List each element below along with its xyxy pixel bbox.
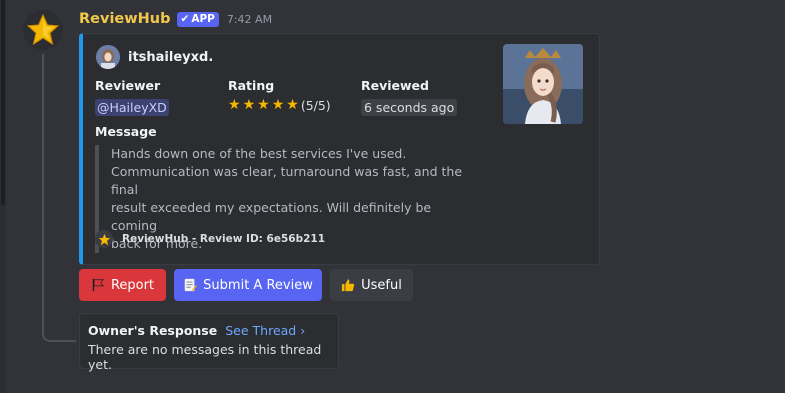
reviewer-avatar xyxy=(96,45,120,69)
field-rating: Rating ★ ★ ★ ★ ★ (5/5) xyxy=(228,78,331,113)
thread-preview[interactable]: Owner's Response See Thread › There are … xyxy=(79,313,339,372)
message-label: Message xyxy=(95,124,157,139)
review-embed: itshaileyxd. Reviewer @HaileyXD Rating ★… xyxy=(79,33,600,265)
timestamp[interactable]: 7:42 AM xyxy=(227,13,272,26)
review-message-line: Hands down one of the best services I've… xyxy=(111,146,407,161)
app-badge: ✔ APP xyxy=(176,11,219,27)
reviewer-mention[interactable]: @HaileyXD xyxy=(95,99,169,116)
thumbs-up-icon xyxy=(342,279,355,292)
field-reviewed: Reviewed 6 seconds ago xyxy=(361,78,458,116)
submit-review-label: Submit A Review xyxy=(203,277,313,293)
useful-button[interactable]: Useful xyxy=(330,269,413,301)
see-thread-link[interactable]: See Thread › xyxy=(225,323,305,338)
thread-empty-text: There are no messages in this thread yet… xyxy=(88,342,322,372)
report-button-label: Report xyxy=(110,277,155,293)
app-badge-label: APP xyxy=(191,13,215,25)
field-reviewer-label: Reviewer xyxy=(95,78,161,93)
scrollbar[interactable] xyxy=(0,0,6,393)
message-header: ReviewHub ✔ APP 7:42 AM xyxy=(79,11,272,27)
rating-value: (5/5) xyxy=(300,97,331,113)
field-reviewer: Reviewer @HaileyXD xyxy=(95,78,169,116)
field-rating-label: Rating xyxy=(228,78,275,93)
footer-text: ReviewHub - Review ID: 6e56b211 xyxy=(122,233,325,245)
check-icon: ✔ xyxy=(180,13,190,25)
thread-title: Owner's Response xyxy=(88,323,218,338)
field-reviewed-label: Reviewed xyxy=(361,78,429,93)
rating-stars: ★ ★ ★ ★ ★ (5/5) xyxy=(228,97,331,113)
star-icon xyxy=(95,230,113,248)
report-button[interactable]: Report xyxy=(79,269,166,301)
review-message-line: Communication was clear, turnaround was … xyxy=(111,164,463,197)
scrollbar-thumb[interactable] xyxy=(1,0,5,205)
star-icon: ★ xyxy=(242,97,256,113)
useful-button-label: Useful xyxy=(361,277,402,293)
star-icon: ★ xyxy=(286,97,299,113)
thread-header: Owner's Response See Thread › xyxy=(88,323,330,338)
submit-review-button[interactable]: Submit A Review xyxy=(174,269,322,301)
reviewed-time: 6 seconds ago xyxy=(361,99,458,116)
embed-author: itshaileyxd. xyxy=(96,45,213,69)
memo-icon xyxy=(184,278,198,292)
star-icon: ★ xyxy=(271,97,285,113)
bot-avatar[interactable] xyxy=(23,10,63,50)
star-icon: ★ xyxy=(257,97,270,113)
thread-connector xyxy=(42,54,76,342)
embed-footer: ReviewHub - Review ID: 6e56b211 xyxy=(95,230,325,248)
star-icon xyxy=(26,13,60,46)
star-icon: ★ xyxy=(228,97,241,113)
author-name[interactable]: ReviewHub xyxy=(79,11,171,27)
flag-icon xyxy=(92,278,104,292)
embed-author-name[interactable]: itshaileyxd. xyxy=(128,50,213,65)
review-thumbnail[interactable] xyxy=(503,44,583,124)
